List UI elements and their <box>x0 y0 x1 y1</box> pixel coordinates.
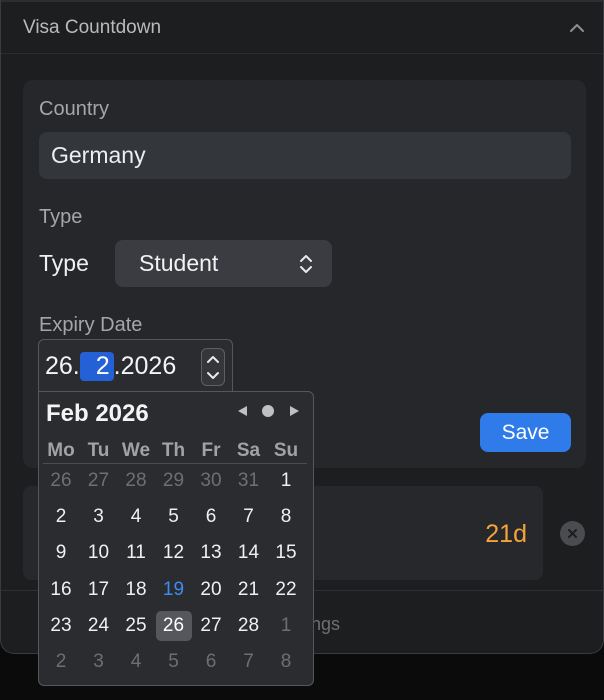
calendar-day[interactable]: 4 <box>118 651 154 673</box>
triangle-right-icon <box>289 406 299 416</box>
calendar-day[interactable]: 19 <box>156 579 192 601</box>
calendar-day[interactable]: 31 <box>231 470 267 492</box>
calendar-day[interactable]: 7 <box>231 506 267 528</box>
close-icon <box>568 529 577 538</box>
calendar-day[interactable]: 6 <box>193 506 229 528</box>
chevron-updown-icon <box>300 255 312 273</box>
calendar-day[interactable]: 20 <box>193 579 229 601</box>
calendar-day[interactable]: 7 <box>231 651 267 673</box>
weekday-label: Sa <box>236 440 261 461</box>
section-header[interactable]: Visa Countdown <box>1 2 603 54</box>
calendar-day[interactable]: 23 <box>43 615 79 637</box>
settings-label: ngs <box>311 614 341 634</box>
type-label: Type <box>39 250 89 276</box>
calendar-day[interactable]: 9 <box>43 542 79 564</box>
calendar-day[interactable]: 21 <box>231 579 267 601</box>
chevron-up-icon[interactable] <box>569 20 585 36</box>
calendar-day[interactable]: 3 <box>81 506 117 528</box>
calendar-day[interactable]: 14 <box>231 542 267 564</box>
date-day-segment[interactable]: 26. <box>45 352 80 381</box>
chevron-down-icon[interactable] <box>207 371 219 381</box>
calendar-day[interactable]: 13 <box>193 542 229 564</box>
calendar-day[interactable]: 17 <box>81 579 117 601</box>
country-field[interactable]: Germany <box>39 132 571 179</box>
calendar-day[interactable]: 8 <box>268 651 304 673</box>
calendar-day[interactable]: 29 <box>156 470 192 492</box>
calendar-day[interactable]: 22 <box>268 579 304 601</box>
previous-month-button[interactable] <box>235 404 249 418</box>
weekday-label: Fr <box>201 440 221 461</box>
section-title: Visa Countdown <box>23 16 162 38</box>
expiry-date-field[interactable]: 26. 2.2026 <box>38 339 233 391</box>
country-label: Country <box>39 98 110 120</box>
calendar-day[interactable]: 3 <box>81 651 117 673</box>
calendar-day[interactable]: 12 <box>156 542 192 564</box>
calendar-day[interactable]: 15 <box>268 542 304 564</box>
save-button[interactable]: Save <box>480 413 571 452</box>
type-section-label: Type <box>39 206 83 228</box>
calendar-month-title: Feb 2026 <box>46 400 149 427</box>
calendar-day[interactable]: 18 <box>118 579 154 601</box>
type-value: Student <box>139 250 219 276</box>
calendar-day[interactable]: 16 <box>43 579 79 601</box>
next-month-button[interactable] <box>287 404 301 418</box>
calendar-day[interactable]: 1 <box>268 615 304 637</box>
date-year-segment[interactable]: .2026 <box>114 352 177 381</box>
remove-entry-button[interactable] <box>560 521 585 546</box>
weekday-label: We <box>121 440 151 461</box>
calendar-day[interactable]: 25 <box>118 615 154 637</box>
date-stepper[interactable] <box>201 348 225 386</box>
calendar-day[interactable]: 4 <box>118 506 154 528</box>
chevron-up-icon[interactable] <box>207 354 219 364</box>
calendar-day[interactable]: 2 <box>43 651 79 673</box>
triangle-left-icon <box>237 406 247 416</box>
calendar-day[interactable]: 26 <box>155 610 192 641</box>
dot-icon <box>262 405 274 417</box>
calendar-day[interactable]: 10 <box>81 542 117 564</box>
weekday-header: Mo Tu We Th Fr Sa Su <box>43 440 307 464</box>
type-select[interactable]: Student <box>115 240 332 287</box>
calendar-day[interactable]: 28 <box>231 615 267 637</box>
today-button[interactable] <box>261 404 275 418</box>
calendar-day[interactable]: 26 <box>43 470 79 492</box>
expiry-date-label: Expiry Date <box>39 314 143 336</box>
country-value: Germany <box>51 142 146 168</box>
calendar-day[interactable]: 27 <box>193 615 229 637</box>
weekday-label: Th <box>161 440 186 461</box>
calendar-day[interactable]: 6 <box>193 651 229 673</box>
calendar-day[interactable]: 5 <box>156 506 192 528</box>
weekday-label: Tu <box>87 440 110 461</box>
weekday-label: Su <box>273 440 299 461</box>
calendar-day[interactable]: 8 <box>268 506 304 528</box>
calendar-popover: Feb 2026 Mo Tu We Th Fr Sa Su 26 27 28 29 30 31 1 2 3 4… <box>38 391 314 686</box>
calendar-day[interactable]: 5 <box>156 651 192 673</box>
date-month-segment[interactable]: 2 <box>79 352 114 381</box>
calendar-day[interactable]: 24 <box>81 615 117 637</box>
calendar-day[interactable]: 2 <box>43 506 79 528</box>
days-left-value: 21d <box>485 520 527 548</box>
calendar-day[interactable]: 11 <box>118 542 154 564</box>
calendar-day[interactable]: 1 <box>268 470 304 492</box>
calendar-day[interactable]: 27 <box>81 470 117 492</box>
calendar-day[interactable]: 30 <box>193 470 229 492</box>
weekday-label: Mo <box>47 440 75 461</box>
calendar-day[interactable]: 28 <box>118 470 154 492</box>
